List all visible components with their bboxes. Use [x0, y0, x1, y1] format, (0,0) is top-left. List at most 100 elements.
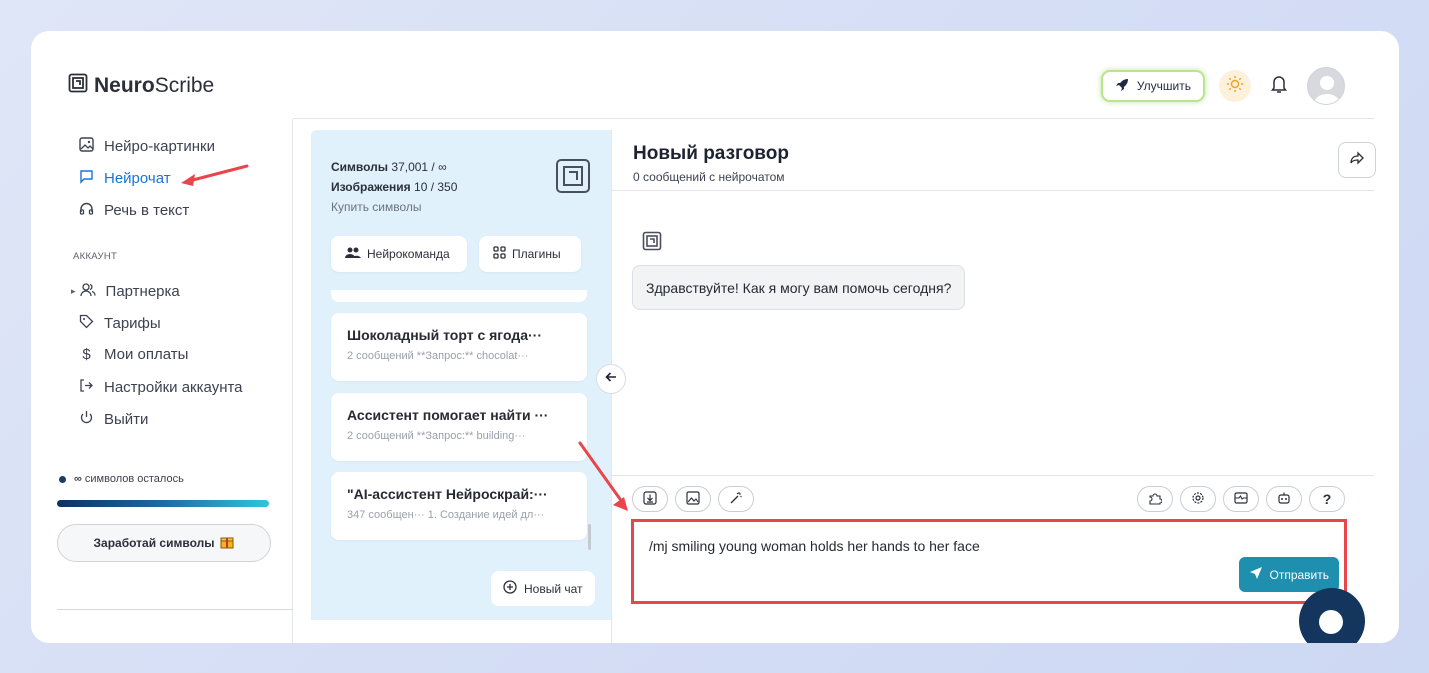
- upgrade-label: Улучшить: [1136, 79, 1191, 93]
- neuroteam-button[interactable]: Нейрокоманда: [331, 236, 467, 272]
- sidebar-item-payments[interactable]: $ Мои оплаты: [79, 346, 188, 363]
- images-label: Изображения: [331, 180, 411, 194]
- chat-icon: [79, 169, 94, 188]
- new-chat-label: Новый чат: [524, 581, 583, 596]
- brand-logo[interactable]: NeuroScribe: [68, 73, 214, 99]
- message-input[interactable]: /mj smiling young woman holds her hands …: [631, 519, 1347, 604]
- chat-meta: 2 сообщений **Запрос:** chocolat···: [347, 350, 529, 362]
- upload-file-button[interactable]: [632, 486, 668, 512]
- robot-icon: [1277, 491, 1291, 508]
- gear-icon: [1191, 491, 1205, 508]
- layout-icon: [1234, 491, 1248, 508]
- collapse-panel-button[interactable]: [596, 364, 626, 394]
- sidebar-divider: [57, 609, 293, 610]
- chat-title: "AI-ассистент Нейроскрай:···: [347, 486, 548, 502]
- caret-right-icon: ▸: [71, 286, 76, 296]
- plugins-label: Плагины: [512, 247, 561, 261]
- earn-symbols-button[interactable]: Заработай символы: [57, 524, 271, 562]
- rocket-icon: [1115, 78, 1129, 95]
- headphones-icon: [79, 201, 94, 220]
- gift-icon: [220, 535, 234, 552]
- sign-in-icon: [79, 378, 94, 397]
- sidebar-item-label: Партнерка: [105, 283, 180, 300]
- chat-list-item[interactable]: Ассистент помогает найти ··· 2 сообщений…: [331, 393, 587, 461]
- magic-wand-icon: [729, 491, 743, 508]
- upgrade-button[interactable]: Улучшить: [1100, 70, 1205, 102]
- magic-wand-button[interactable]: [718, 486, 754, 512]
- sidebar-item-partner[interactable]: ▸ Партнерка: [71, 282, 180, 301]
- send-button[interactable]: Отправить: [1239, 557, 1339, 592]
- symbols-left-label: символов осталось: [84, 473, 184, 485]
- chat-meta: 2 сообщений **Запрос:** building···: [347, 430, 526, 442]
- avatar[interactable]: [1307, 67, 1345, 105]
- sidebar-item-label: Нейрочат: [104, 170, 171, 187]
- share-icon: [1349, 150, 1365, 171]
- image-icon: [686, 490, 700, 508]
- chat-list-scrollbar[interactable]: [588, 524, 591, 550]
- sidebar-item-label: Тарифы: [104, 315, 161, 332]
- message-input-value: /mj smiling young woman holds her hands …: [649, 538, 980, 554]
- plugins-button[interactable]: Плагины: [479, 236, 581, 272]
- sidebar-item-neuro-images[interactable]: Нейро-картинки: [79, 137, 215, 156]
- new-chat-button[interactable]: Новый чат: [491, 571, 595, 606]
- buy-symbols-link[interactable]: Купить символы: [331, 197, 457, 217]
- chat-area: Новый разговор 0 сообщений с нейрочатом …: [611, 130, 1376, 643]
- sidebar-item-neurochat[interactable]: Нейрочат: [79, 169, 171, 188]
- notifications-button[interactable]: [1265, 72, 1293, 100]
- help-button[interactable]: ?: [1309, 486, 1345, 512]
- paper-plane-icon: [1249, 566, 1263, 583]
- infinity-value: ∞: [74, 473, 82, 485]
- usage-stats: Символы 37,001 / ∞ Изображения 10 / 350 …: [331, 157, 457, 217]
- bot-button[interactable]: [1266, 486, 1302, 512]
- settings-button[interactable]: [1180, 486, 1216, 512]
- team-icon: [345, 247, 361, 262]
- bot-logo-icon: [642, 231, 662, 256]
- status-dot: [59, 475, 66, 483]
- chat-list-item[interactable]: Шоколадный торт с ягода··· 2 сообщений *…: [331, 313, 587, 381]
- sidebar-item-account-settings[interactable]: Настройки аккаунта: [79, 378, 243, 397]
- images-value: 10 / 350: [414, 180, 458, 194]
- sidebar-item-logout[interactable]: Выйти: [79, 410, 148, 429]
- sidebar-item-label: Речь в текст: [104, 202, 190, 219]
- top-header: NeuroScribe Улучшить: [31, 31, 1399, 119]
- upload-image-button[interactable]: [675, 486, 711, 512]
- logo-icon: [68, 73, 88, 99]
- sidebar-item-speech-to-text[interactable]: Речь в текст: [79, 201, 189, 220]
- plugin-button[interactable]: [1137, 486, 1173, 512]
- chat-list-panel: Символы 37,001 / ∞ Изображения 10 / 350 …: [311, 130, 611, 620]
- chat-list-item[interactable]: "AI-ассистент Нейроскрай:··· 347 сообщен…: [331, 472, 587, 540]
- chat-card-partial: [331, 290, 587, 302]
- chat-header-divider: [612, 190, 1374, 191]
- puzzle-icon: [1148, 491, 1163, 508]
- bell-icon: [1270, 74, 1288, 99]
- send-label: Отправить: [1269, 567, 1329, 582]
- chat-title: Шоколадный торт с ягода···: [347, 327, 542, 343]
- users-icon: [79, 282, 96, 301]
- earn-symbols-label: Заработай символы: [93, 536, 215, 550]
- chat-subtitle: 0 сообщений с нейрочатом: [633, 170, 785, 184]
- app-window: NeuroScribe Улучшить Нейро-картинки Нейр…: [31, 31, 1399, 643]
- plus-circle-icon: [503, 580, 517, 597]
- sidebar-item-label: Мои оплаты: [104, 346, 189, 363]
- sidebar: Нейро-картинки Нейрочат Речь в текст АКК…: [31, 119, 293, 643]
- chat-bubble-icon: [1319, 610, 1343, 634]
- sidebar-item-tariffs[interactable]: Тарифы: [79, 314, 161, 333]
- template-button[interactable]: [1223, 486, 1259, 512]
- sidebar-item-label: Выйти: [104, 411, 149, 428]
- neuroteam-label: Нейрокоманда: [367, 247, 450, 261]
- grid-icon: [493, 246, 506, 262]
- theme-toggle-button[interactable]: [1219, 70, 1251, 102]
- assistant-message: Здравствуйте! Как я могу вам помочь сего…: [632, 265, 966, 310]
- input-divider: [612, 475, 1374, 476]
- share-button[interactable]: [1338, 142, 1376, 178]
- symbols-remaining: ∞ символов осталось: [59, 473, 184, 485]
- chat-title: Ассистент помогает найти ···: [347, 407, 549, 423]
- upload-icon: [643, 490, 657, 508]
- sidebar-item-label: Настройки аккаунта: [104, 379, 243, 396]
- power-icon: [79, 410, 94, 429]
- chat-meta: 347 сообщен··· 1. Создание идей дл···: [347, 509, 545, 521]
- brand-name: NeuroScribe: [94, 74, 215, 97]
- dollar-icon: $: [82, 346, 91, 363]
- tag-icon: [79, 314, 94, 333]
- image-icon: [79, 137, 94, 156]
